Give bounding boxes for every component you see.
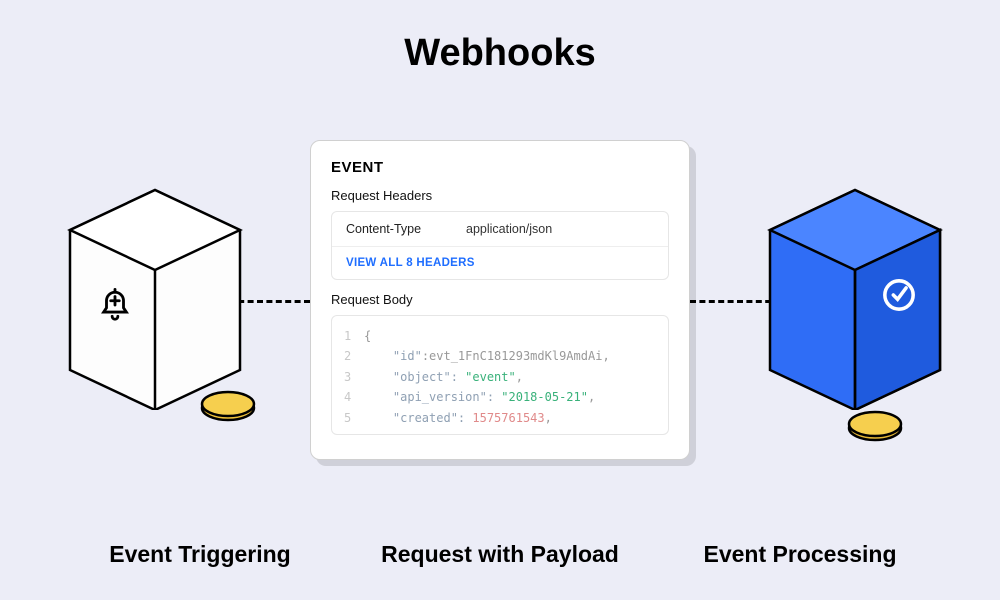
label-event-processing: Event Processing <box>660 541 940 568</box>
header-key: Content-Type <box>346 222 466 236</box>
coin-icon-right <box>847 410 903 442</box>
bell-icon <box>98 288 132 322</box>
labels-row: Event Triggering Request with Payload Ev… <box>0 541 1000 568</box>
view-all-headers-button[interactable]: VIEW ALL 8 HEADERS <box>332 247 668 279</box>
event-triggering-cube <box>60 180 250 410</box>
event-processing-cube <box>760 180 950 410</box>
page-title: Webhooks <box>0 32 1000 75</box>
check-circle-icon <box>882 278 916 312</box>
coin-icon-left <box>200 390 256 422</box>
request-headers-label: Request Headers <box>331 188 669 203</box>
headers-block: Content-Type application/json VIEW ALL 8… <box>331 211 669 280</box>
panel-title: EVENT <box>331 159 669 176</box>
header-row: Content-Type application/json <box>332 212 668 247</box>
diagram-stage: EVENT Request Headers Content-Type appli… <box>0 110 1000 460</box>
request-body-code: 1{ 2 "id":evt_1FnC181293mdKl9AmdAi, 3 "o… <box>331 315 669 435</box>
label-event-triggering: Event Triggering <box>60 541 340 568</box>
event-panel: EVENT Request Headers Content-Type appli… <box>310 140 690 460</box>
request-body-label: Request Body <box>331 292 669 307</box>
header-value: application/json <box>466 222 552 236</box>
label-request-payload: Request with Payload <box>360 541 640 568</box>
